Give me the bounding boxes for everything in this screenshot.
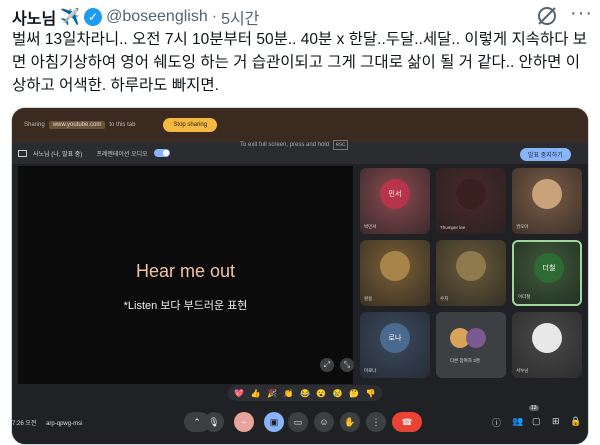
participant-tile-active[interactable]: 더철 이더철 (512, 240, 582, 306)
participant-tile[interactable]: Thumper lee (436, 168, 506, 234)
presentation-stage: Hear me out *Listen 보다 부드러운 표현 ⤢ ⤡ (18, 166, 354, 384)
avatar (380, 251, 410, 281)
meeting-details-icon[interactable]: ⓘ (492, 416, 501, 429)
avatar (456, 251, 486, 281)
reaction-emoji[interactable]: 😂 (300, 389, 310, 398)
present-screen-icon (18, 149, 27, 157)
stage-subtitle: *Listen 보다 부드러운 표현 (123, 300, 248, 312)
participant-tile[interactable]: 로나 마로나 (360, 312, 430, 378)
avatar: 더철 (534, 253, 564, 283)
user-handle[interactable]: @boseenglish (106, 8, 208, 26)
post-header: 사노님 ✈️ ✓ @boseenglish · 5시간 (12, 6, 259, 28)
microphone-icon[interactable]: 🎙 (204, 412, 224, 432)
reaction-emoji[interactable]: 🎉 (267, 389, 277, 398)
participants-icon[interactable]: 👥 (512, 416, 523, 427)
current-time: 7:26 오전 (12, 421, 37, 427)
emoji-icon[interactable]: ☺ (314, 412, 334, 432)
sharing-label: Sharing (24, 122, 45, 128)
participant-name: 권오아 (516, 224, 529, 229)
present-screen-icon[interactable]: ▣ (264, 412, 284, 432)
reaction-emoji[interactable]: 🤔 (349, 389, 359, 398)
meeting-info: 7:26 오전 arp-qpwg-msi (12, 418, 82, 427)
participant-tile[interactable]: 서누님 (512, 312, 582, 378)
stage-headline: Hear me out (135, 261, 236, 281)
other-participants-tile[interactable]: 다른 참여자 3명 (436, 312, 506, 378)
exit-fullscreen-hint: To exit full screen, press and hold esc (240, 140, 349, 150)
reaction-emoji[interactable]: 😮 (316, 389, 326, 398)
presentation-audio-label: 프레젠테이션 오디오 (96, 151, 148, 158)
post-text: 벌써 13일차라니.. 오전 7시 10분부터 50분.. 40분 x 한달..… (12, 31, 588, 94)
avatar (532, 323, 562, 353)
meeting-code: arp-qpwg-msi (46, 421, 83, 427)
activities-icon[interactable]: ⊞ (552, 416, 560, 427)
participant-name: 원용 (364, 296, 373, 301)
participant-tile[interactable]: 수지 (436, 240, 506, 306)
stop-sharing-button[interactable]: Stop sharing (163, 118, 218, 132)
display-name[interactable]: 사노님 (12, 5, 56, 29)
reaction-emoji[interactable]: 💖 (234, 389, 244, 398)
participant-name: 박민서 (364, 224, 377, 229)
presentation-audio-toggle[interactable] (153, 149, 170, 157)
post-time[interactable]: 5시간 (221, 5, 259, 29)
raise-hand-icon[interactable]: ✋ (340, 412, 360, 432)
participant-name: 이더철 (518, 294, 531, 299)
leave-call-icon[interactable]: ☎ (392, 412, 422, 432)
airplane-emoji-icon: ✈️ (60, 9, 81, 26)
to-tab-label: to this tab (109, 122, 136, 128)
reaction-emoji[interactable]: 👍 (251, 389, 261, 398)
esc-key: esc (332, 140, 349, 150)
avatar (532, 179, 562, 209)
captions-icon[interactable]: ▭ (288, 412, 308, 432)
camera-off-icon[interactable]: ⌁ (234, 412, 254, 432)
rotate-icon[interactable]: ⤢ (320, 358, 334, 372)
participant-name: 서누님 (516, 368, 529, 373)
tab-sharing-bar: Sharing www.youtube.com to this tab Stop… (12, 108, 588, 142)
reaction-bar: 💖 👍 🎉 👏 😂 😮 😢 🤔 👎 (228, 385, 382, 401)
participant-name: Thumper lee (440, 225, 466, 230)
stop-presenting-button[interactable]: 발표 중지하기 (520, 148, 571, 161)
verified-badge-icon: ✓ (84, 8, 103, 26)
reaction-emoji[interactable]: 👎 (366, 389, 376, 398)
avatar: 로나 (380, 323, 410, 353)
avatar: 민서 (380, 179, 410, 209)
separator-dot: · (211, 8, 218, 25)
more-options-icon[interactable]: ⋮ (366, 412, 386, 432)
reaction-emoji[interactable]: 👏 (284, 389, 294, 398)
host-controls-icon[interactable]: 🔒 (570, 416, 581, 427)
meet-bottom-bar: 7:26 오전 arp-qpwg-msi ⌃ 🎙 ⌁ ▣ ▭ ☺ ✋ ⋮ ☎ ⓘ… (12, 404, 588, 444)
avatar (466, 328, 486, 348)
chat-icon[interactable]: ▢ (532, 416, 541, 427)
more-options-icon[interactable]: ··· (570, 2, 593, 25)
participant-name: 수지 (440, 296, 449, 301)
reaction-emoji[interactable]: 😢 (333, 389, 343, 398)
exit-hint-text: To exit full screen, press and hold (240, 142, 330, 148)
participant-tile[interactable]: 민서 박민서 (360, 168, 430, 234)
participant-name: 다른 참여자 3명 (450, 358, 480, 363)
shared-url: www.youtube.com (48, 121, 106, 129)
fullscreen-icon[interactable]: ⤡ (340, 358, 354, 372)
participant-name: 마로나 (364, 368, 377, 373)
attached-screenshot[interactable]: Sharing www.youtube.com to this tab Stop… (11, 107, 589, 445)
grok-icon[interactable] (535, 4, 559, 28)
participant-count-badge: 13 (529, 405, 539, 411)
participant-tile[interactable]: 원용 (360, 240, 430, 306)
avatar (456, 179, 486, 209)
participant-tile[interactable]: 권오아 (512, 168, 582, 234)
self-presenting-label: 사노님 (나, 발표 중) (33, 151, 83, 158)
